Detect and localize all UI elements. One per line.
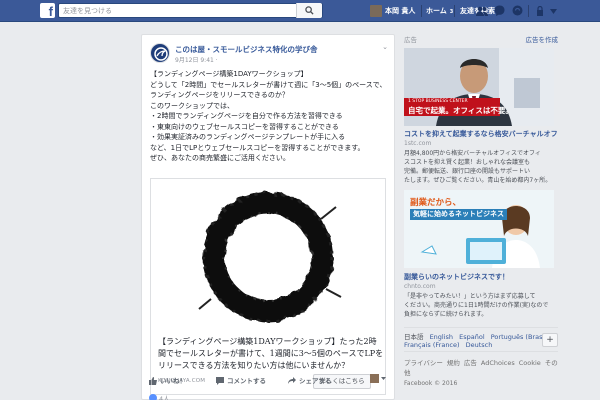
ad-banner-headline: 自宅で起業。オフィスは不要。 <box>408 106 513 115</box>
language-row: 日本語 English Español Português (Brasil) <box>404 331 553 341</box>
post-line: ・効果実証済みのランディングページテンプレートが手に入る <box>150 133 346 141</box>
page-logo-icon <box>154 47 168 61</box>
footer-link[interactable]: プライバシー <box>404 359 443 367</box>
language-option[interactable]: Español <box>459 333 485 341</box>
search-box <box>58 3 323 18</box>
ad-banner-caption: 1 STOP BUSINESS CENTER <box>408 99 468 104</box>
footer-link[interactable]: 規約 <box>447 359 460 367</box>
language-selector: 日本語 English Español Português (Brasil) F… <box>404 327 558 352</box>
link-preview-image[interactable] <box>151 179 385 329</box>
search-button[interactable] <box>296 3 322 18</box>
comment-button[interactable]: コメントする <box>216 375 266 385</box>
ad-description-line: たします。ぜひご覧ください。青山を始め都内7ヶ所。 <box>404 177 552 184</box>
create-ad-link[interactable]: 広告を作成 <box>526 34 559 44</box>
like-button[interactable]: いいね！ <box>149 375 186 385</box>
friend-requests-icon[interactable] <box>476 6 488 16</box>
post-options-chevron-icon[interactable]: ⌄ <box>382 43 388 51</box>
search-input[interactable] <box>63 4 288 17</box>
footer-links: プライバシー 規約 広告 AdChoices Cookie その他 <box>404 358 558 378</box>
link-preview-title[interactable]: 【ランディングページ構築1DAYワークショップ】たった2時間でセールスレターが書… <box>158 336 384 372</box>
ad-description-line: スコストを抑え賢く起業！おしゃれな会議室も <box>404 159 531 166</box>
post-line: どうして「2時間」でセールスレターが書けて週に「3〜5個」のペースで、 <box>150 80 387 89</box>
ad-banner: 1 STOP BUSINESS CENTER 自宅で起業。オフィスは不要。 <box>404 98 513 116</box>
privacy-shortcuts-icon[interactable] <box>535 6 545 16</box>
search-icon <box>305 6 314 15</box>
footer-link[interactable]: 広告 <box>464 359 477 367</box>
nav-divider <box>421 5 422 17</box>
ad-image[interactable]: 副業だから、 気軽に始めるネットビジネス <box>404 190 554 268</box>
ink-brush-circle-image <box>198 191 342 323</box>
audience-avatar-icon <box>370 374 386 383</box>
ad-description-line: 完備。郵便転送、銀行口座の開設もサポートい <box>404 168 531 175</box>
account-menu-chevron-icon[interactable] <box>550 9 557 14</box>
post-page-name[interactable]: このは屋・スモールビジネス特化の学び舎 <box>175 44 318 55</box>
home-label: ホーム <box>426 7 447 15</box>
ad-domain: 1stc.com <box>404 140 432 147</box>
ad-domain: chnto.com <box>404 283 436 290</box>
thumbs-up-icon <box>149 377 157 385</box>
language-option[interactable]: Français (France) <box>404 341 460 349</box>
post-audience-selector[interactable] <box>370 374 386 384</box>
ads-heading: 広告 <box>404 36 417 44</box>
ad-title[interactable]: コストを抑えて起業するなら格安バーチャルオフ... <box>404 129 558 139</box>
like-reaction-icon <box>149 394 157 400</box>
notifications-icon[interactable] <box>512 5 523 16</box>
post-timestamp[interactable]: 9月12日 9:41 · <box>175 55 218 64</box>
language-option[interactable]: English <box>430 333 453 341</box>
likes-summary[interactable]: 4人 <box>149 393 170 400</box>
ads-header: 広告 広告を作成 <box>404 34 558 44</box>
home-link[interactable]: ホーム 3 <box>426 0 455 22</box>
facebook-logo[interactable]: f <box>40 3 55 18</box>
user-profile-link[interactable]: 本岡 貴人 <box>385 0 415 22</box>
footer-link[interactable]: AdChoices <box>481 359 515 367</box>
post-line: ・2時間でランディングページを自分で作る方法を習得できる <box>150 112 343 120</box>
ad-banner-caption: 副業だから、 <box>410 198 462 208</box>
share-icon <box>288 377 296 384</box>
language-row: Français (France) Deutsch <box>404 341 496 349</box>
comment-icon <box>216 377 224 385</box>
nav-divider <box>454 5 455 17</box>
ad-description: 「是非やってみたい！」という方はまず応募して ください。商売通りに1日1時間だけ… <box>404 292 556 319</box>
ad-description-line: 月額4,800円から格安バーチャルオフィスでオフィ <box>404 150 541 157</box>
ad-title[interactable]: 副業らいのネットビジネスです！ <box>404 272 558 282</box>
add-language-button[interactable]: + <box>542 333 558 347</box>
messages-icon[interactable] <box>494 5 505 16</box>
ad-description-line: ください。商売通りに1日1時間だけの作業(実)なので <box>404 302 549 309</box>
nav-divider <box>528 5 529 17</box>
ad-description: 月額4,800円から格安バーチャルオフィスでオフィ スコストを抑え賢く起業！おし… <box>404 149 556 185</box>
comment-label: コメントする <box>227 377 266 385</box>
post-line: など、1日でLPとウェブセールスコピーを習得することができます。 <box>150 143 365 152</box>
copyright: Facebook © 2016 <box>404 380 458 387</box>
post-line: このワークショップでは、 <box>150 101 234 110</box>
top-bar: f 本岡 貴人 ホーム3 友達を検索 <box>0 0 600 22</box>
share-button[interactable]: シェアする <box>288 375 332 385</box>
post-line: ぜひ、あなたの商売繁盛にご活用ください。 <box>150 154 290 162</box>
user-avatar[interactable] <box>370 5 382 17</box>
ad-description-line: 負担にならずに続けられます。 <box>404 311 488 318</box>
ad-image[interactable]: 1 STOP BUSINESS CENTER 自宅で起業。オフィスは不要。 <box>404 48 554 126</box>
ad-banner-headline: 気軽に始めるネットビジネス <box>410 209 507 220</box>
post-body: 【ランディングページ構築1DAYワークショップ】 どうして「2時間」でセールスレ… <box>150 69 390 164</box>
likes-count: 4人 <box>159 395 170 400</box>
like-label: いいね！ <box>160 377 186 385</box>
page-avatar[interactable] <box>150 43 170 63</box>
post-line: ランディングページをリリースできるのか？ <box>150 91 289 99</box>
link-preview-card[interactable]: 【ランディングページ構築1DAYワークショップ】たった2時間でセールスレターが書… <box>150 178 386 395</box>
post-line: 【ランディングページ構築1DAYワークショップ】 <box>150 70 308 78</box>
language-current: 日本語 <box>404 333 424 341</box>
language-option[interactable]: Português (Brasil) <box>491 333 549 341</box>
post-line: ・東東向けのウェブセールスコピーを習得することができる <box>150 122 339 131</box>
footer-link[interactable]: Cookie <box>519 359 541 367</box>
news-feed-post: このは屋・スモールビジネス特化の学び舎 9月12日 9:41 · ⌄ 【ランディ… <box>141 34 395 400</box>
ad-description-line: 「是非やってみたい！」という方はまず応募して <box>404 293 536 300</box>
language-option[interactable]: Deutsch <box>466 341 493 349</box>
share-label: シェアする <box>299 377 332 385</box>
